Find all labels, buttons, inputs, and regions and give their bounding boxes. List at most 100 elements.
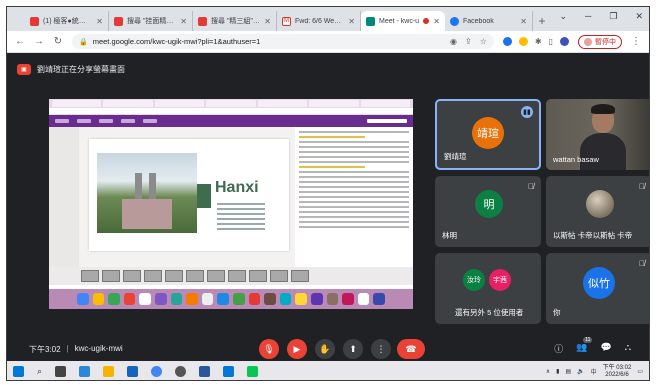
chrome-icon[interactable] [151, 366, 163, 377]
tab-title: (1) 極客●統統影 [43, 18, 93, 25]
more-vert-icon: ⋮ [376, 343, 386, 354]
tab-title: Meet - kwc-u [379, 17, 420, 25]
tab-title: 搜尋 "挂面精髓部" [127, 18, 176, 25]
browser-tab-active[interactable]: Meet - kwc-u ✕ [361, 11, 445, 31]
clock-time: 下午 03:02 [602, 364, 632, 371]
close-tab-icon[interactable]: ✕ [520, 17, 527, 26]
chat-icon[interactable]: 💬 [600, 342, 611, 355]
task-view-icon[interactable] [55, 366, 67, 377]
statue-shape [135, 173, 142, 201]
video-person-body [580, 133, 626, 170]
address-bar[interactable]: 🔒 meet.google.com/kwc-ugik-mwi?pli=1&aut… [72, 34, 494, 49]
puzzle-icon[interactable]: ✱ [535, 37, 542, 46]
self-tile[interactable]: 似竹 🎙̸ 你 [546, 253, 649, 324]
leave-call-button[interactable]: ☎ [397, 339, 425, 359]
system-tray: ∧ ▮ ▤ 🔉 中 下午 03:02 2022/6/6 ▭ [546, 365, 643, 379]
battery-icon[interactable]: ▮ [556, 368, 559, 375]
paused-sync-button[interactable]: 暫停中 [578, 34, 622, 49]
share-icon[interactable]: ⇪ [465, 37, 472, 46]
extension-icon[interactable] [502, 37, 512, 46]
reload-icon[interactable]: ↻ [53, 36, 63, 47]
tab-title: Fwd: 6/6 Week 1! [295, 17, 345, 25]
presentation-slide: Hanxi [89, 139, 289, 251]
close-tab-icon[interactable]: ✕ [433, 17, 440, 26]
avatar [584, 37, 592, 46]
participant-name: wattan basaw [553, 155, 599, 164]
mic-toggle-button[interactable]: 🎙 [259, 339, 279, 359]
camera-permission-icon[interactable]: ◉ [450, 37, 457, 46]
close-tab-icon[interactable]: ✕ [348, 17, 355, 26]
minimize-icon[interactable]: ─ [585, 11, 591, 22]
camera-off-icon: ▶ [293, 343, 301, 354]
browser-tab[interactable]: Facebook ✕ [445, 11, 533, 31]
back-icon[interactable]: ← [15, 36, 25, 47]
more-participants-tile[interactable]: 汝玲 宇茜 還有另外 5 位使用者 [435, 253, 541, 324]
participant-tile[interactable]: 明 🎙̸ 林明 [435, 176, 541, 247]
tab-search-icon[interactable]: ⌄ [559, 11, 567, 22]
shared-browser-tabs [49, 99, 413, 108]
info-icon[interactable]: ⓘ [554, 342, 563, 355]
hang-up-icon: ☎ [405, 343, 417, 354]
maximize-icon[interactable]: ❐ [609, 11, 617, 22]
taskbar-clock[interactable]: 下午 03:02 2022/6/6 [603, 365, 632, 379]
browser-tab[interactable]: 搜尋 "精三組" - Pl ✕ [193, 11, 277, 31]
participant-tile[interactable]: 🎙̸ 以斯帖 卡帝以斯帖 卡帝 [546, 176, 649, 247]
gmail-favicon-icon: M [282, 16, 291, 26]
app-icon[interactable] [175, 366, 187, 377]
app-icon[interactable] [223, 366, 235, 377]
paused-label: 暫停中 [595, 38, 616, 46]
plus-icon: + [538, 14, 546, 28]
network-icon[interactable]: ▤ [565, 368, 571, 375]
more-options-button[interactable]: ⋮ [371, 339, 391, 359]
browser-tab[interactable]: 搜尋 "挂面精髓部" ✕ [109, 11, 193, 31]
edge-icon[interactable] [79, 366, 91, 377]
avatar [586, 190, 614, 218]
more-menu-icon[interactable]: ⋮ [631, 36, 641, 47]
close-tab-icon[interactable]: ✕ [180, 17, 187, 26]
store-icon[interactable] [127, 366, 139, 377]
windows-taskbar: ⌕ ∧ ▮ ▤ 🔉 中 下午 03:02 2022/6/6 ▭ [7, 361, 649, 380]
chevron-up-icon[interactable]: ∧ [546, 368, 550, 375]
meet-side-controls: ⓘ 👥 11 💬 ⛬ [554, 337, 631, 355]
file-explorer-icon[interactable] [103, 366, 115, 377]
meeting-info: 下午3:02 | kwc-ugik-mwi [29, 344, 123, 355]
people-button[interactable]: 👥 11 [576, 337, 593, 355]
lock-icon[interactable]: 🔒 [79, 38, 88, 46]
volume-icon[interactable]: 🔉 [577, 368, 584, 375]
camera-toggle-button[interactable]: ▶ [287, 339, 307, 359]
people-icon: 👥 [576, 342, 588, 352]
input-language[interactable]: 中 [591, 367, 597, 376]
close-tab-icon[interactable]: ✕ [264, 17, 271, 26]
activities-icon[interactable]: ⛬ [625, 342, 631, 355]
slide-photo [97, 153, 197, 233]
search-icon[interactable]: ⌕ [37, 366, 42, 377]
notification-icon[interactable]: ▭ [637, 368, 643, 375]
browser-toolbar: ← → ↻ 🔒 meet.google.com/kwc-ugik-mwi?pli… [7, 31, 649, 53]
profile-icon[interactable] [560, 37, 569, 46]
present-screen-icon: ▣ [17, 63, 31, 75]
participant-tile[interactable]: wattan basaw [546, 99, 649, 170]
word-icon[interactable] [199, 366, 211, 377]
browser-tab[interactable]: (1) 極客●統統影 ✕ [25, 11, 109, 31]
forward-icon[interactable]: → [34, 36, 44, 47]
shared-screen[interactable]: Hanxi [49, 99, 413, 309]
avatar: 靖瑄 [472, 117, 504, 149]
participant-tile[interactable]: 靖瑄 ▮▮ 劉靖瑄 [435, 99, 541, 170]
close-window-icon[interactable]: ✕ [635, 11, 643, 22]
new-tab-button[interactable]: + [533, 11, 551, 31]
avatar: 汝玲 [463, 269, 485, 291]
present-button[interactable]: ⬆ [343, 339, 363, 359]
bookmark-star-icon[interactable]: ☆ [480, 37, 487, 46]
start-icon[interactable] [13, 366, 24, 377]
line-icon[interactable] [247, 366, 259, 377]
slide-title: Hanxi [215, 179, 259, 196]
extension-icon[interactable] [518, 37, 528, 46]
close-tab-icon[interactable]: ✕ [96, 17, 103, 26]
raise-hand-button[interactable]: ✋ [315, 339, 335, 359]
browser-tab[interactable]: M Fwd: 6/6 Week 1! ✕ [277, 11, 361, 31]
sidebar-icon[interactable]: ▯ [549, 37, 553, 46]
shared-dock [49, 289, 413, 309]
presenting-text: 劉靖瑄正在分享螢幕畫面 [37, 64, 125, 74]
participant-name: 你 [553, 308, 561, 317]
shared-filmstrip [49, 267, 413, 285]
